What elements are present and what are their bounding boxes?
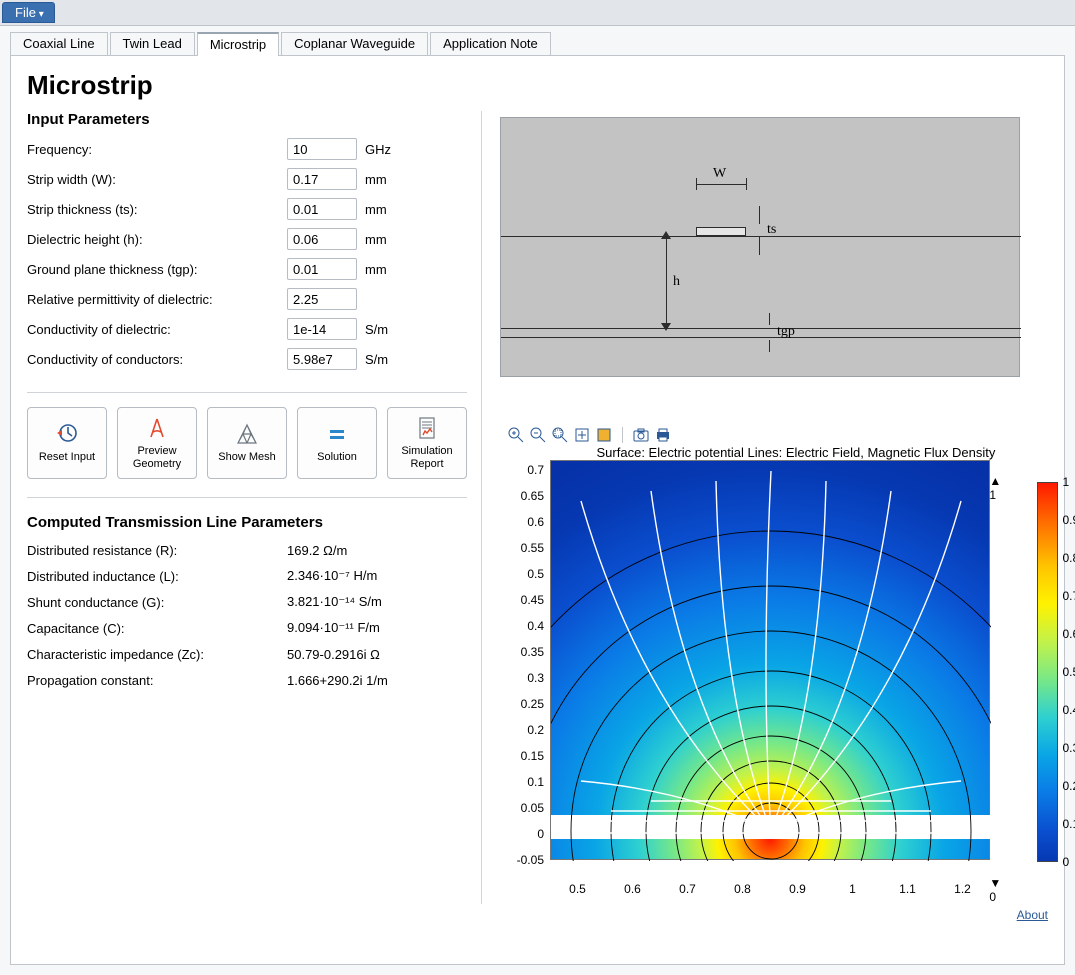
param-input[interactable] [287, 288, 357, 310]
page-title: Microstrip [27, 70, 1048, 101]
param-unit: S/m [365, 322, 388, 337]
button-label: Solution [317, 451, 357, 464]
tab-application-note[interactable]: Application Note [430, 32, 551, 55]
param-unit: mm [365, 262, 387, 277]
param-input[interactable] [287, 168, 357, 190]
button-label: Preview Geometry [120, 445, 194, 471]
compass-icon [144, 415, 170, 441]
param-input[interactable] [287, 138, 357, 160]
result-value: 2.346·10⁻⁷ H/m [287, 568, 377, 584]
show-mesh-button[interactable]: Show Mesh [207, 407, 287, 479]
tab-twin-lead[interactable]: Twin Lead [110, 32, 195, 55]
result-row: Distributed resistance (R):169.2 Ω/m [27, 537, 467, 563]
param-row: Frequency: GHz [27, 134, 467, 164]
zoom-out-icon[interactable] [530, 427, 546, 443]
preview-geometry-button[interactable]: Preview Geometry [117, 407, 197, 479]
result-label: Propagation constant: [27, 673, 287, 688]
param-label: Strip width (W): [27, 172, 287, 187]
menubar: File [0, 0, 1075, 26]
param-label: Strip thickness (ts): [27, 202, 287, 217]
result-row: Shunt conductance (G):3.821·10⁻¹⁴ S/m [27, 589, 467, 615]
tab-coaxial-line[interactable]: Coaxial Line [10, 32, 108, 55]
mesh-icon [234, 421, 260, 447]
param-row: Strip thickness (ts): mm [27, 194, 467, 224]
about-link[interactable]: About [1017, 908, 1048, 922]
param-unit: mm [365, 172, 387, 187]
equals-icon [324, 421, 350, 447]
plot-toolbar [508, 427, 1075, 443]
button-label: Simulation Report [390, 445, 464, 471]
zoom-box-icon[interactable] [552, 427, 568, 443]
result-label: Distributed inductance (L): [27, 569, 287, 584]
param-input[interactable] [287, 348, 357, 370]
result-value: 9.094·10⁻¹¹ F/m [287, 620, 380, 636]
colorbar-max: ▲ 1 [989, 474, 1010, 502]
param-label: Frequency: [27, 142, 287, 157]
field-lines [551, 461, 991, 861]
param-unit: mm [365, 232, 387, 247]
param-unit: mm [365, 202, 387, 217]
param-label: Conductivity of dielectric: [27, 322, 287, 337]
zoom-extents-icon[interactable] [574, 427, 590, 443]
select-icon[interactable] [596, 427, 612, 443]
param-row: Ground plane thickness (tgp): mm [27, 254, 467, 284]
param-row: Strip width (W): mm [27, 164, 467, 194]
tab-coplanar-waveguide[interactable]: Coplanar Waveguide [281, 32, 428, 55]
param-unit: GHz [365, 142, 391, 157]
result-label: Characteristic impedance (Zc): [27, 647, 287, 662]
result-row: Characteristic impedance (Zc):50.79-0.29… [27, 641, 467, 667]
divider [27, 392, 467, 393]
plot-title: Surface: Electric potential Lines: Elect… [500, 445, 1075, 460]
input-params-heading: Input Parameters [27, 111, 467, 128]
reset-icon [54, 421, 80, 447]
left-column: Input Parameters Frequency: GHz Strip widt… [27, 111, 482, 904]
zoom-in-icon[interactable] [508, 427, 524, 443]
param-input[interactable] [287, 228, 357, 250]
result-label: Distributed resistance (R): [27, 543, 287, 558]
button-label: Reset Input [39, 451, 95, 464]
result-value: 50.79-0.2916i Ω [287, 647, 380, 662]
result-label: Capacitance (C): [27, 621, 287, 636]
tabbar: Coaxial Line Twin Lead Microstrip Coplan… [0, 26, 1075, 55]
result-label: Shunt conductance (G): [27, 595, 287, 610]
report-icon [414, 415, 440, 441]
result-row: Propagation constant:1.666+290.2i 1/m [27, 667, 467, 693]
param-label: Dielectric height (h): [27, 232, 287, 247]
param-row: Conductivity of conductors: S/m [27, 344, 467, 374]
colorbar-ticks: 00.10.20.30.40.50.60.70.80.91 [1062, 482, 1075, 862]
button-label: Show Mesh [218, 451, 275, 464]
param-input[interactable] [287, 198, 357, 220]
param-unit: S/m [365, 352, 388, 367]
simulation-report-button[interactable]: Simulation Report [387, 407, 467, 479]
param-row: Relative permittivity of dielectric: [27, 284, 467, 314]
colorbar-min: ▼ 0 [989, 876, 1010, 904]
computed-heading: Computed Transmission Line Parameters [27, 514, 467, 531]
param-input[interactable] [287, 258, 357, 280]
page: Microstrip Input Parameters Frequency: GH… [10, 55, 1065, 965]
result-value: 169.2 Ω/m [287, 543, 347, 558]
tab-microstrip[interactable]: Microstrip [197, 32, 279, 55]
right-column: W ts h tgp [500, 111, 1075, 904]
geometry-schematic: W ts h tgp [500, 117, 1020, 377]
plot-area[interactable]: -0.0500.050.10.150.20.250.30.350.40.450.… [550, 460, 981, 880]
param-input[interactable] [287, 318, 357, 340]
file-menu[interactable]: File [2, 2, 55, 23]
result-row: Capacitance (C):9.094·10⁻¹¹ F/m [27, 615, 467, 641]
colorbar [1037, 482, 1059, 862]
param-label: Relative permittivity of dielectric: [27, 292, 287, 307]
divider [27, 497, 467, 498]
param-row: Conductivity of dielectric: S/m [27, 314, 467, 344]
snapshot-icon[interactable] [633, 427, 649, 443]
param-row: Dielectric height (h): mm [27, 224, 467, 254]
param-label: Ground plane thickness (tgp): [27, 262, 287, 277]
print-icon[interactable] [655, 427, 671, 443]
result-value: 3.821·10⁻¹⁴ S/m [287, 594, 382, 610]
footer: About [27, 908, 1048, 922]
reset-input-button[interactable]: Reset Input [27, 407, 107, 479]
action-buttons: Reset Input Preview Geometry Show Mesh [27, 407, 467, 479]
param-label: Conductivity of conductors: [27, 352, 287, 367]
result-row: Distributed inductance (L):2.346·10⁻⁷ H/… [27, 563, 467, 589]
solution-button[interactable]: Solution [297, 407, 377, 479]
result-value: 1.666+290.2i 1/m [287, 673, 388, 688]
